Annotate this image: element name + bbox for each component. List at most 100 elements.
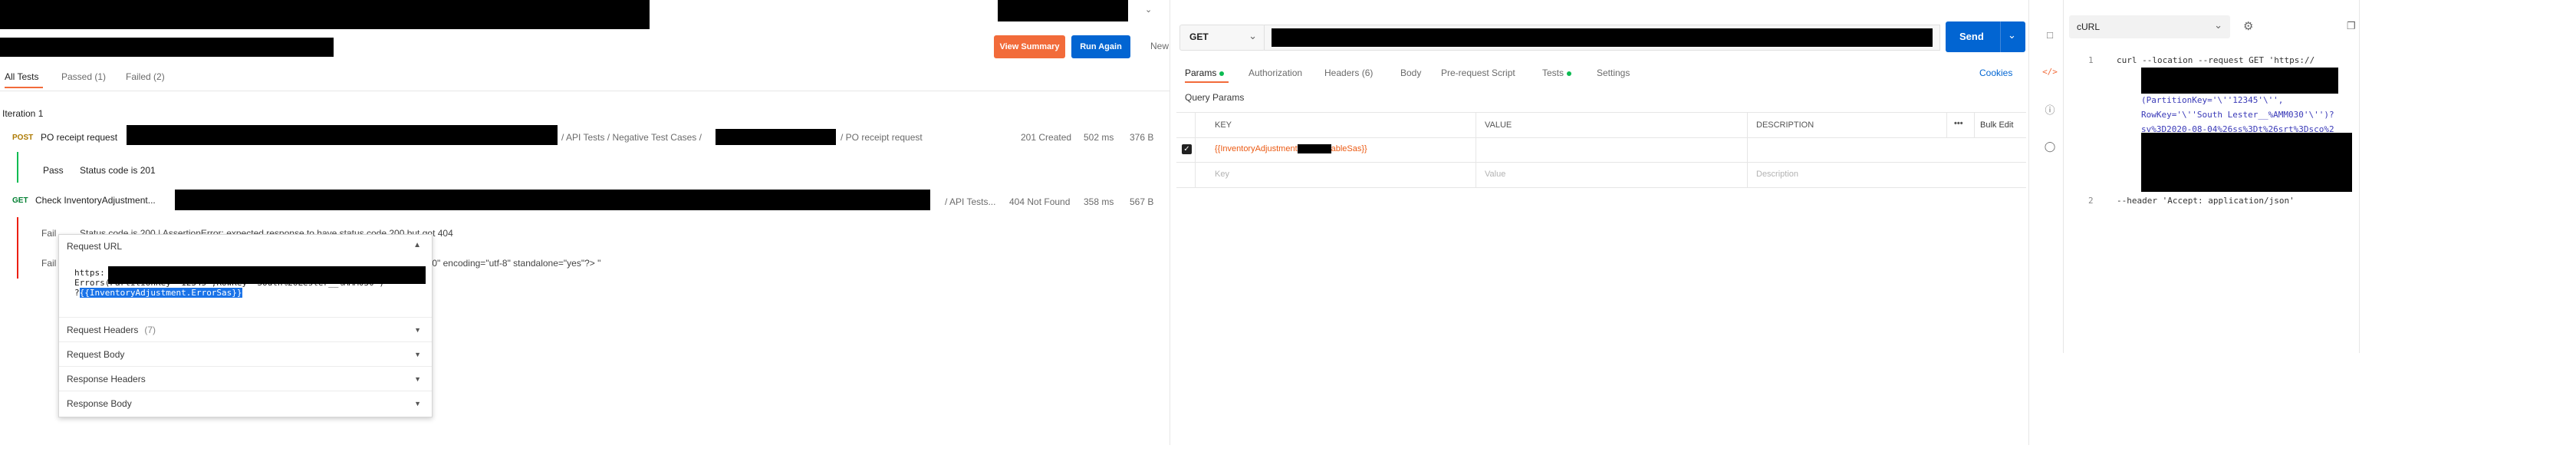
request-body-section[interactable]: Request Body ▼: [59, 341, 432, 367]
response-size: 567 B: [1130, 196, 1154, 207]
redacted-code: [2141, 68, 2338, 94]
chevron-down-icon[interactable]: ⌄: [1145, 5, 1152, 15]
tab-passed[interactable]: Passed (1): [61, 71, 106, 82]
response-time: 502 ms: [1084, 132, 1114, 143]
test-result-text: Status code is 201: [80, 165, 156, 176]
table-divider: [1195, 113, 1196, 187]
request-headers-section[interactable]: Request Headers (7) ▼: [59, 317, 432, 342]
table-divider: [1176, 137, 2026, 138]
code-line: curl --location --request GET 'https://: [2117, 55, 2315, 65]
gear-icon[interactable]: ⚙: [2243, 19, 2253, 33]
code-line: RowKey='\''South Lester__%AMM030'\'')?: [2141, 110, 2334, 120]
redacted-run-info: [0, 38, 334, 57]
redacted-host: [108, 266, 426, 284]
chevron-down-icon: ⌄: [2008, 29, 2016, 41]
table-divider: [1946, 113, 1947, 137]
new-button[interactable]: New: [1150, 41, 1169, 51]
tab-failed[interactable]: Failed (2): [126, 71, 165, 82]
param-key-suffix: ableSas}}: [1331, 144, 1367, 153]
section-label: Response Body: [67, 398, 132, 409]
bulk-edit-button[interactable]: Bulk Edit: [1980, 120, 2013, 130]
line-number: 2: [2088, 196, 2094, 206]
fail-text: .0" encoding="utf-8" standalone="yes"?> …: [429, 258, 601, 269]
language-select[interactable]: cURL ⌄: [2069, 15, 2230, 38]
sidebar-divider: [2063, 0, 2064, 353]
section-label: Response Headers: [67, 374, 146, 384]
send-button[interactable]: Send ⌄: [1946, 21, 2025, 52]
post-method-badge: POST: [12, 134, 34, 142]
tab-body[interactable]: Body: [1400, 68, 1421, 78]
section-count: (7): [144, 325, 156, 335]
tab-headers[interactable]: Headers (6): [1324, 68, 1373, 78]
view-summary-button[interactable]: View Summary: [994, 35, 1065, 58]
tab-pre-request-script[interactable]: Pre-request Script: [1441, 68, 1515, 78]
param-key-prefix: {{InventoryAdjustment: [1215, 144, 1298, 153]
key-column-header: KEY: [1215, 120, 1232, 130]
fail-bar: [17, 217, 18, 279]
redacted-request-url: [1272, 28, 1933, 47]
request-path: / API Tests / Negative Test Cases /: [561, 132, 702, 143]
tab-label: Params: [1185, 68, 1217, 78]
method-select[interactable]: GET ⌄: [1179, 25, 1265, 51]
chevron-down-icon: ⌄: [1249, 30, 1257, 41]
response-body-section[interactable]: Response Body ▼: [59, 391, 432, 416]
line-number: 1: [2088, 55, 2094, 65]
chevron-down-icon: ▼: [414, 375, 421, 383]
pass-label: Pass: [43, 165, 64, 176]
response-time: 358 ms: [1084, 196, 1114, 207]
url-line: https:: [74, 268, 105, 278]
redacted-key-part: [1297, 144, 1331, 154]
value-placeholder[interactable]: Value: [1485, 170, 1505, 179]
param-key-value[interactable]: {{InventoryAdjustment ableSas}}: [1215, 144, 1367, 154]
fail-label: Fail: [41, 258, 57, 269]
code-icon[interactable]: </>: [2042, 65, 2058, 78]
code-line: --header 'Accept: application/json': [2117, 196, 2295, 206]
chevron-down-icon: ▼: [414, 400, 421, 407]
info-icon[interactable]: ⓘ: [2044, 103, 2056, 116]
table-divider: [1974, 113, 1975, 137]
query-params-title: Query Params: [1185, 92, 1245, 103]
chevron-down-icon: ⌄: [2214, 19, 2222, 31]
section-label: Request Headers: [67, 325, 139, 335]
cookies-link[interactable]: Cookies: [1979, 68, 2012, 78]
key-placeholder[interactable]: Key: [1215, 170, 1229, 179]
tab-tests[interactable]: Tests: [1542, 68, 1572, 78]
chevron-down-icon: ▼: [414, 351, 421, 358]
more-options-icon[interactable]: •••: [1954, 119, 1963, 128]
redacted-collection-title: [0, 0, 650, 29]
response-status: 404 Not Found: [1009, 196, 1071, 207]
lightbulb-icon[interactable]: ◯: [2044, 140, 2056, 153]
url-highlight: {{InventoryAdjustment.ErrorSas}}: [79, 288, 242, 298]
copy-icon[interactable]: ❐: [2347, 20, 2356, 32]
table-divider: [1747, 113, 1748, 187]
run-again-button[interactable]: Run Again: [1071, 35, 1130, 58]
request-path-end: / PO receipt request: [841, 132, 923, 143]
popup-header[interactable]: Request URL: [67, 241, 122, 252]
fail-label: Fail: [41, 228, 57, 239]
get-method-badge: GET: [12, 196, 28, 205]
code-line: (PartitionKey='\''12345'\'',: [2141, 95, 2284, 105]
request-name[interactable]: Check InventoryAdjustment...: [35, 195, 156, 206]
url-line: ?: [74, 288, 80, 298]
response-size: 376 B: [1130, 132, 1154, 143]
pass-bar: [17, 152, 18, 183]
tab-params[interactable]: Params: [1185, 68, 1225, 78]
response-status: 201 Created: [1021, 132, 1072, 143]
section-label: Request Body: [67, 349, 125, 360]
language-label: cURL: [2077, 21, 2101, 32]
value-column-header: VALUE: [1485, 120, 1512, 130]
chevron-down-icon: ▼: [414, 326, 421, 334]
description-placeholder[interactable]: Description: [1756, 170, 1798, 179]
chevron-up-icon[interactable]: ▲: [413, 241, 421, 249]
request-path: / API Tests...: [945, 196, 996, 207]
tab-authorization[interactable]: Authorization: [1249, 68, 1302, 78]
request-name[interactable]: PO receipt request: [41, 132, 117, 143]
comments-icon[interactable]: □: [2044, 28, 2056, 41]
tab-settings[interactable]: Settings: [1597, 68, 1630, 78]
params-dot: [1219, 71, 1225, 76]
response-headers-section[interactable]: Response Headers ▼: [59, 366, 432, 391]
description-column-header: DESCRIPTION: [1756, 120, 1814, 130]
param-checkbox[interactable]: ✓: [1182, 144, 1192, 154]
tab-all-tests[interactable]: All Tests: [5, 71, 38, 82]
table-divider: [1176, 187, 2026, 188]
